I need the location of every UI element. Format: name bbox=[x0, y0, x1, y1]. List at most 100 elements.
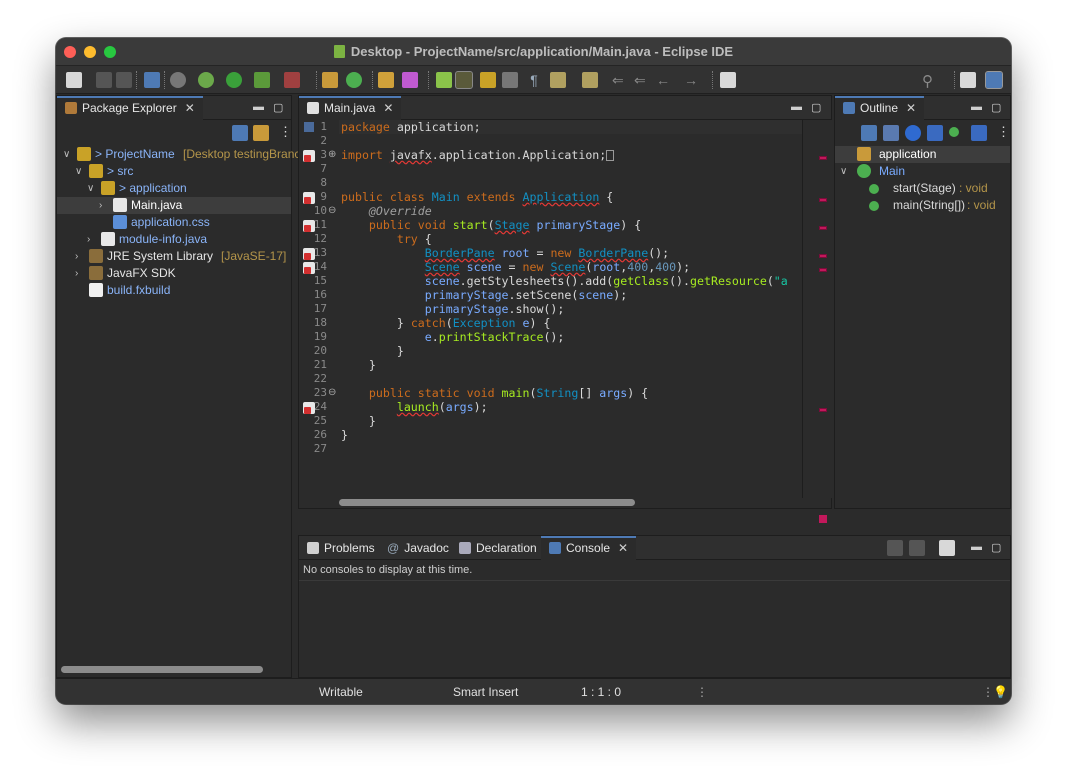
minimize-icon[interactable]: ▬ bbox=[791, 101, 802, 113]
forward-arrow-icon[interactable]: → bbox=[684, 72, 700, 88]
display-console-icon[interactable] bbox=[909, 540, 925, 556]
tab-package-explorer[interactable]: Package Explorer ✕ bbox=[57, 96, 203, 120]
minimize-icon[interactable]: ▬ bbox=[971, 101, 982, 113]
outline-method-row[interactable]: start(Stage) : void bbox=[835, 180, 1010, 197]
hide-nonpublic-icon[interactable] bbox=[949, 127, 959, 137]
line-number-gutter: 1 2 3 7 8 9 10 11 12 13 14 15 16 17 18 19 20 21 22 23 24 25 26… bbox=[299, 120, 339, 494]
tree-item[interactable]: › JavaFX SDK bbox=[57, 265, 291, 282]
mark-occurrences-icon[interactable] bbox=[455, 71, 473, 89]
open-perspective-icon[interactable] bbox=[960, 72, 976, 88]
terminal-icon[interactable] bbox=[144, 72, 160, 88]
maximize-icon[interactable]: ▢ bbox=[273, 101, 283, 114]
pin-console-icon[interactable] bbox=[887, 540, 903, 556]
outline-item-label: start(Stage) bbox=[893, 181, 956, 195]
editor-panel: Main.java ✕ ▬ ▢ 1 2 3 7 8 9 10 11 12 13 14 15 16 17 18 1… bbox=[298, 95, 832, 523]
css-file-icon bbox=[113, 215, 127, 229]
view-menu-icon[interactable]: ⋮ bbox=[279, 124, 292, 140]
new-icon[interactable] bbox=[66, 72, 82, 88]
pilcrow-icon[interactable]: ¶ bbox=[526, 72, 542, 88]
chevron-right-icon[interactable]: › bbox=[75, 248, 78, 265]
lightbulb-icon[interactable]: 💡 bbox=[993, 685, 1008, 699]
chevron-down-icon[interactable]: ∨ bbox=[87, 180, 94, 197]
minimize-icon[interactable]: ▬ bbox=[971, 541, 982, 553]
next-annotation-icon[interactable] bbox=[550, 72, 566, 88]
save-icon[interactable] bbox=[96, 72, 112, 88]
minimize-icon[interactable]: ▬ bbox=[253, 101, 264, 113]
coverage-icon[interactable] bbox=[254, 72, 270, 88]
horizontal-scrollbar[interactable] bbox=[339, 499, 635, 506]
link-editor-icon[interactable] bbox=[253, 125, 269, 141]
sort-icon[interactable] bbox=[883, 125, 899, 141]
tab-outline[interactable]: Outline ✕ bbox=[835, 96, 925, 120]
new-class-icon[interactable] bbox=[346, 72, 362, 88]
maximize-icon[interactable]: ▢ bbox=[991, 541, 1001, 554]
open-window-icon[interactable] bbox=[720, 72, 736, 88]
horizontal-scrollbar[interactable] bbox=[61, 666, 263, 673]
chevron-right-icon[interactable]: › bbox=[75, 265, 78, 282]
tree-item[interactable]: ∨ > src bbox=[57, 163, 291, 180]
vertical-scrollbar[interactable] bbox=[802, 120, 816, 498]
collapse-fold-icon[interactable]: ⊖ bbox=[328, 387, 336, 398]
last-edit-icon[interactable]: ⇐ bbox=[612, 72, 628, 88]
close-icon[interactable]: ✕ bbox=[185, 101, 195, 115]
error-icon bbox=[303, 248, 315, 260]
tab-main-java[interactable]: Main.java ✕ bbox=[299, 96, 402, 120]
chevron-right-icon[interactable]: › bbox=[87, 231, 90, 248]
java-perspective-icon[interactable] bbox=[985, 71, 1003, 89]
outline-class-row[interactable]: ∨ Main bbox=[835, 163, 1010, 180]
chevron-down-icon[interactable]: ∨ bbox=[840, 163, 847, 180]
outline-method-row[interactable]: main(String[]) : void bbox=[835, 197, 1010, 214]
open-type-icon[interactable] bbox=[378, 72, 394, 88]
close-icon[interactable]: ✕ bbox=[906, 101, 916, 115]
tree-item-decoration: [Desktop testingBranc bbox=[183, 147, 301, 161]
view-menu-icon[interactable]: ⋮ bbox=[997, 124, 1010, 140]
tree-item[interactable]: ∨ > application bbox=[57, 180, 291, 197]
annotation-icon[interactable] bbox=[436, 72, 452, 88]
collapse-fold-icon[interactable]: ⊖ bbox=[328, 205, 336, 216]
close-icon[interactable]: ✕ bbox=[618, 541, 628, 555]
search-icon[interactable]: ⚲ bbox=[922, 72, 938, 90]
tree-item[interactable]: ∨ > ProjectName [Desktop testingBranc bbox=[57, 146, 300, 163]
collapse-all-icon[interactable] bbox=[232, 125, 248, 141]
line-number: 18 bbox=[313, 316, 327, 329]
open-task-icon[interactable] bbox=[402, 72, 418, 88]
tree-item[interactable]: › Main.java bbox=[57, 197, 291, 214]
outline-package-row[interactable]: application bbox=[835, 146, 1010, 163]
code-area[interactable]: package application; import javafx.appli… bbox=[339, 120, 802, 498]
tree-item[interactable]: build.fxbuild bbox=[57, 282, 291, 299]
new-java-project-icon[interactable] bbox=[322, 72, 338, 88]
debug-icon[interactable] bbox=[198, 72, 214, 88]
maximize-icon[interactable]: ▢ bbox=[991, 101, 1001, 114]
external-tools-icon[interactable] bbox=[284, 72, 300, 88]
outline-icon bbox=[843, 102, 855, 114]
maximize-icon[interactable]: ▢ bbox=[811, 101, 821, 114]
tab-problems[interactable]: Problems bbox=[299, 536, 383, 560]
back-arrow-icon[interactable]: ← bbox=[656, 72, 672, 88]
chevron-down-icon[interactable]: ∨ bbox=[63, 146, 70, 163]
chevron-down-icon[interactable]: ∨ bbox=[75, 163, 82, 180]
tree-item[interactable]: › module-info.java bbox=[57, 231, 291, 248]
tree-item[interactable]: › JRE System Library [JavaSE-17] bbox=[57, 248, 291, 265]
expand-fold-icon[interactable]: ⊕ bbox=[328, 149, 336, 160]
chevron-right-icon[interactable]: › bbox=[99, 197, 102, 214]
class-icon bbox=[857, 164, 871, 178]
skip-breakpoints-icon[interactable] bbox=[170, 72, 186, 88]
close-icon[interactable]: ✕ bbox=[383, 101, 393, 115]
open-console-icon[interactable] bbox=[939, 540, 955, 556]
save-all-icon[interactable] bbox=[116, 72, 132, 88]
word-wrap-icon[interactable] bbox=[502, 72, 518, 88]
prev-annotation-icon[interactable] bbox=[582, 72, 598, 88]
tree-item[interactable]: application.css bbox=[57, 214, 291, 231]
block-selection-icon[interactable] bbox=[480, 72, 496, 88]
hide-local-types-icon[interactable] bbox=[971, 125, 987, 141]
run-icon[interactable] bbox=[226, 72, 242, 88]
hide-static-icon[interactable] bbox=[927, 125, 943, 141]
tab-declaration[interactable]: Declaration bbox=[451, 536, 545, 560]
collapse-all-icon[interactable] bbox=[861, 125, 877, 141]
tab-javadoc[interactable]: @ Javadoc bbox=[379, 536, 457, 560]
error-icon bbox=[303, 150, 315, 162]
package-folder-icon bbox=[89, 164, 103, 178]
hide-fields-icon[interactable] bbox=[905, 125, 921, 141]
tab-console[interactable]: Console ✕ bbox=[541, 536, 637, 560]
back-edit-icon[interactable]: ⇐ bbox=[634, 72, 650, 88]
